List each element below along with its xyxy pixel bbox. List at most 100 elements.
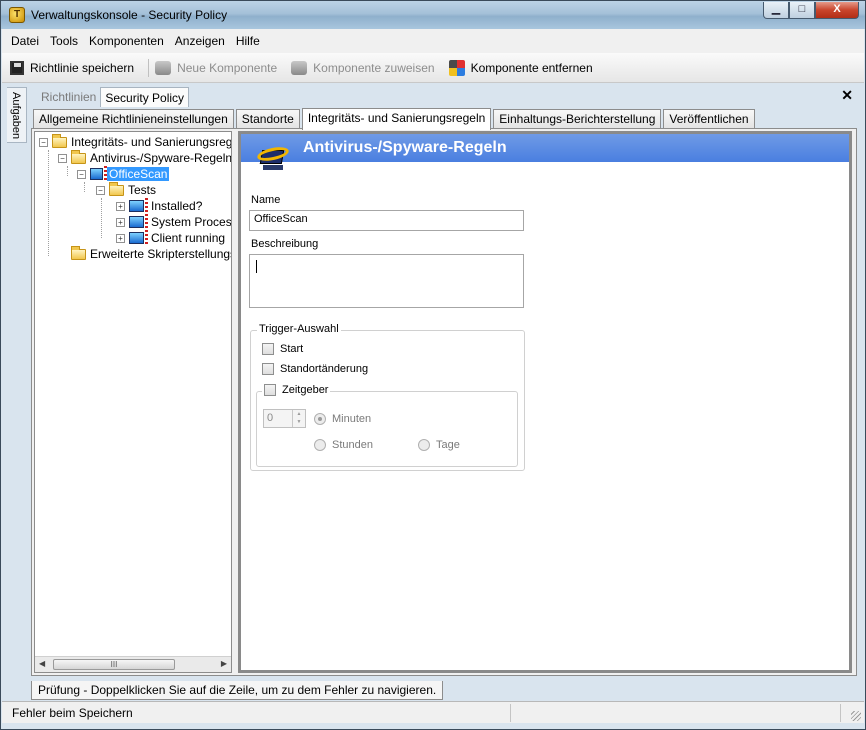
tree-node-officescan[interactable]: − OfficeScan [77,166,170,182]
name-field[interactable]: OfficeScan [249,210,524,231]
tree-node-advanced-scripting[interactable]: Erweiterte Skripterstellungs [71,245,232,262]
tab-locations[interactable]: Standorte [235,109,300,129]
unit-days-label: Tage [436,439,460,451]
remove-component-label: Komponente entfernen [470,60,593,75]
tab-general-settings[interactable]: Allgemeine Richtlinieneinstellungen [33,109,234,129]
tree-line [101,198,102,238]
menu-komponenten[interactable]: Komponenten [89,34,164,48]
doc-tab-security-policy[interactable]: Security Policy [100,87,190,107]
expand-icon[interactable]: + [116,217,125,227]
tree-label-tests: Tests [128,183,157,197]
tree-node-test-installed[interactable]: + Installed? [116,198,202,214]
rule-detail-panel: Antivirus-/Spyware-Regeln Name OfficeSca… [238,131,852,673]
collapse-icon[interactable]: − [77,169,86,179]
toolbar-separator [148,58,150,77]
unit-minutes-label: Minuten [332,413,372,425]
menu-datei[interactable]: Datei [11,34,39,48]
detail-header: Antivirus-/Spyware-Regeln [241,134,849,162]
document-tabs: Richtlinien Security Policy [37,87,190,107]
save-policy-label: Richtlinie speichern [30,60,135,75]
collapse-icon[interactable]: − [58,153,67,163]
tab-integrity-rules[interactable]: Integritäts- und Sanierungsregeln [301,108,492,130]
radio-icon[interactable] [314,439,326,451]
main-window: T Verwaltungskonsole - Security Policy ▁… [0,0,866,730]
tasks-side-tab[interactable]: Aufgaben [7,87,27,143]
spinner-down-icon[interactable]: ▼ [293,418,305,426]
trigger-start-checkbox[interactable]: Start [262,343,303,355]
folder-icon [52,133,67,148]
trigger-groupbox: Trigger-Auswahl Start Standortänderung Z… [250,323,525,471]
status-separator [510,704,511,722]
tree-node-antivirus[interactable]: − Antivirus-/Spyware-Regeln [58,149,232,166]
tree-node-test-system-process[interactable]: + System Proces [116,214,231,230]
name-label: Name [251,194,281,206]
doc-tab-policies[interactable]: Richtlinien [37,87,100,107]
tree-line [67,166,68,176]
resize-grip-icon[interactable] [851,711,861,721]
assign-component-label: Komponente zuweisen [313,60,435,75]
tab-compliance-reporting[interactable]: Einhaltungs-Berichterstellung [493,109,662,129]
main-panel: Richtlinien Security Policy ✕ Allgemeine… [31,85,859,699]
trigger-location-change-checkbox[interactable]: Standortänderung [262,363,368,375]
new-component-button[interactable]: Neue Komponente [155,60,277,75]
component-icon [155,60,172,75]
trigger-location-label: Standortänderung [280,363,369,375]
messages-tab[interactable]: Prüfung - Doppelklicken Sie auf die Zeil… [31,681,444,700]
menu-tools[interactable]: Tools [50,34,78,48]
folder-icon [109,181,124,196]
maximize-button[interactable]: □ [789,2,815,19]
timer-value-spinner[interactable]: 0 ▲ ▼ [263,409,306,428]
scrollbar-thumb[interactable]: III [53,659,175,670]
expand-icon[interactable]: + [116,201,125,211]
tree-label-antivirus: Antivirus-/Spyware-Regeln [90,151,232,165]
unit-minutes-radio[interactable]: Minuten [314,413,371,425]
radio-icon[interactable] [418,439,430,451]
tree-label-test: Installed? [151,199,203,213]
tree-label-test: Client running [151,231,226,245]
status-bar: Fehler beim Speichern [2,701,864,723]
tree-label-advanced: Erweiterte Skripterstellungs [90,247,232,261]
close-button[interactable]: X [815,2,859,19]
radio-icon[interactable] [314,413,326,425]
tree-label-root: Integritäts- und Sanierungsreg [71,135,232,149]
tree-node-test-client-running[interactable]: + Client running [116,230,225,246]
tasks-label: Aufgaben [10,92,22,140]
status-text: Fehler beim Speichern [12,706,133,720]
save-policy-button[interactable]: Richtlinie speichern [10,60,135,75]
timer-groupbox: Zeitgeber 0 ▲ ▼ Minuten Stunden Tage [256,384,518,467]
floppy-disk-icon [10,60,24,75]
expand-icon[interactable]: + [116,233,125,243]
policy-tabs: Allgemeine Richtlinieneinstellungen Stan… [33,107,757,130]
collapse-icon[interactable]: − [39,137,48,147]
spinner-buttons[interactable]: ▲ ▼ [292,410,305,427]
menu-hilfe[interactable]: Hilfe [236,34,260,48]
checkbox-icon[interactable] [262,343,274,355]
rules-tree[interactable]: − Integritäts- und Sanierungsreg − Antiv… [34,131,232,673]
unit-days-radio[interactable]: Tage [418,439,460,451]
tree-node-root[interactable]: − Integritäts- und Sanierungsreg [39,133,232,150]
test-monitor-icon [129,198,148,212]
menu-anzeigen[interactable]: Anzeigen [175,34,225,48]
minimize-button[interactable]: ▁ [763,2,789,19]
remove-component-button[interactable]: Komponente entfernen [448,59,593,76]
scroll-right-arrow-icon[interactable]: ▶ [221,659,227,668]
status-separator [840,704,841,722]
tab-publish[interactable]: Veröffentlichen [663,109,755,129]
tree-horizontal-scrollbar[interactable]: ◀ III ▶ [35,656,231,672]
title-bar[interactable]: T Verwaltungskonsole - Security Policy ▁… [1,1,865,29]
tree-node-tests[interactable]: − Tests [96,181,157,198]
description-field[interactable] [249,254,524,308]
unit-hours-radio[interactable]: Stunden [314,439,373,451]
scroll-left-arrow-icon[interactable]: ◀ [39,659,45,668]
checkbox-icon[interactable] [262,363,274,375]
trigger-start-label: Start [280,343,304,355]
close-document-icon[interactable]: ✕ [841,87,853,104]
spinner-up-icon[interactable]: ▲ [293,410,305,418]
assign-icon [291,60,308,75]
description-label: Beschreibung [251,238,319,250]
test-monitor-icon [129,214,148,228]
timer-checkbox[interactable]: Zeitgeber [262,384,331,396]
assign-component-button[interactable]: Komponente zuweisen [291,60,435,75]
checkbox-icon[interactable] [264,384,276,396]
collapse-icon[interactable]: − [96,185,105,195]
